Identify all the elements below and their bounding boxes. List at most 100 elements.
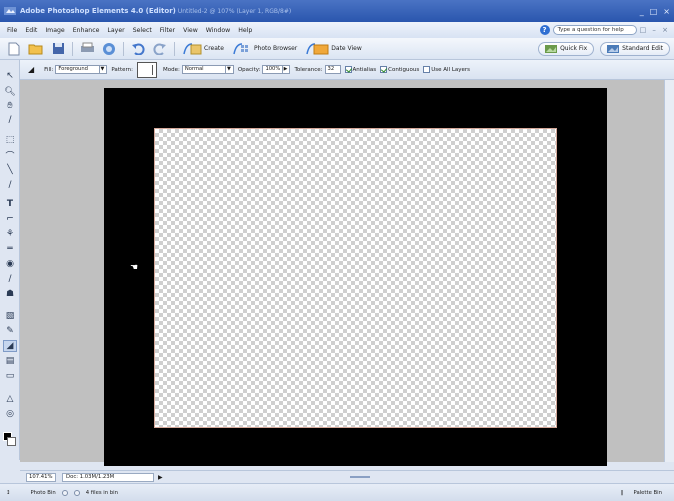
- app-title: Adobe Photoshop Elements 4.0 (Editor): [20, 7, 176, 15]
- new-file-icon[interactable]: [6, 41, 22, 57]
- contiguous-label: Contiguous: [388, 66, 420, 73]
- opacity-label: Opacity:: [237, 66, 261, 73]
- panel-resize-grip[interactable]: [350, 476, 370, 478]
- tolerance-label: Tolerance:: [294, 66, 323, 73]
- magic-wand-tool-icon[interactable]: ╲: [3, 164, 17, 176]
- online-services-icon[interactable]: [101, 41, 117, 57]
- tolerance-field[interactable]: 32: [324, 65, 341, 74]
- menu-window[interactable]: Window: [202, 27, 234, 34]
- sponge-tool-icon[interactable]: ◎: [3, 408, 17, 420]
- document-status-bar: 107.41% Doc: 1.03M/1.23M ▶: [20, 470, 674, 483]
- close-button[interactable]: ×: [663, 7, 670, 16]
- palette-bin-label[interactable]: Palette Bin: [634, 490, 663, 496]
- clone-stamp-tool-icon[interactable]: ☗: [3, 288, 17, 300]
- menu-layer[interactable]: Layer: [103, 27, 128, 34]
- document-size-info: Doc: 1.03M/1.23M: [62, 472, 154, 482]
- toolbar-divider: [123, 41, 124, 56]
- date-view-icon: [306, 42, 329, 54]
- lasso-tool-icon[interactable]: ⌒: [3, 149, 17, 162]
- standard-edit-label: Standard Edit: [622, 45, 663, 52]
- paint-bucket-options-icon[interactable]: ◢: [28, 65, 34, 74]
- opacity-value: 100%: [265, 66, 281, 72]
- mode-label: Mode:: [163, 66, 180, 73]
- app-icon: [4, 7, 16, 15]
- document-window[interactable]: [104, 88, 607, 466]
- marquee-tool-icon[interactable]: ⬚: [3, 134, 17, 146]
- gradient-tool-icon[interactable]: ▤: [3, 355, 17, 367]
- menu-select[interactable]: Select: [129, 27, 156, 34]
- standard-edit-button[interactable]: Standard Edit: [600, 41, 670, 56]
- tolerance-value: 32: [327, 66, 335, 72]
- pattern-picker[interactable]: [137, 61, 157, 78]
- tool-options-bar: ◢ Fill: Foreground ▼ Pattern: Mode: Norm…: [20, 60, 674, 80]
- selection-brush-tool-icon[interactable]: ∕: [3, 179, 17, 191]
- antialias-label: Antialias: [352, 66, 377, 73]
- quick-fix-label: Quick Fix: [560, 45, 588, 52]
- menu-file[interactable]: File: [3, 27, 21, 34]
- menu-view[interactable]: View: [179, 27, 202, 34]
- toolbox: ↖ 🔍︎ ✋︎ ∕ ⬚ ⌒ ╲ ∕ T ⌐ ⚘ ═ ◉ ∕ ☗ ▧ ✎ ◢ ▤ …: [0, 60, 20, 460]
- open-folder-icon[interactable]: [28, 41, 44, 57]
- date-view-label: Date View: [331, 45, 362, 52]
- pencil-tool-icon[interactable]: ✎: [3, 325, 17, 337]
- maximize-button[interactable]: □: [650, 7, 658, 16]
- print-icon[interactable]: [79, 41, 95, 57]
- previous-photo-button[interactable]: [61, 489, 68, 496]
- paint-bucket-tool-icon[interactable]: ◢: [3, 340, 17, 352]
- create-button[interactable]: Create: [182, 42, 224, 56]
- blur-tool-icon[interactable]: △: [3, 393, 17, 405]
- title-bar: Adobe Photoshop Elements 4.0 (Editor) Un…: [0, 0, 674, 22]
- pattern-label: Pattern:: [111, 66, 133, 73]
- transparent-canvas[interactable]: [154, 128, 557, 428]
- opacity-field[interactable]: 100% ▶: [262, 65, 291, 74]
- status-menu-arrow-icon[interactable]: ▶: [158, 474, 163, 481]
- next-photo-button[interactable]: [73, 489, 80, 496]
- quick-fix-icon: [545, 44, 558, 53]
- date-view-button[interactable]: Date View: [305, 42, 362, 56]
- palette-bin-toggle-icon[interactable]: ‖: [621, 490, 624, 496]
- red-eye-tool-icon[interactable]: ◉: [3, 258, 17, 270]
- menu-help[interactable]: Help: [234, 27, 256, 34]
- fill-value: Foreground: [58, 66, 88, 72]
- antialias-checkbox[interactable]: [344, 66, 352, 73]
- toolbar-divider: [72, 41, 73, 56]
- mode-select[interactable]: Normal ▼: [181, 65, 234, 74]
- background-color-swatch[interactable]: [7, 437, 16, 446]
- menu-edit[interactable]: Edit: [21, 27, 41, 34]
- hand-tool-icon[interactable]: ✋︎: [3, 100, 17, 112]
- document-title: Untitled-2 @ 107% (Layer 1, RGB/8#): [177, 7, 292, 15]
- eraser-tool-icon[interactable]: ▧: [3, 310, 17, 322]
- move-tool-icon[interactable]: ↖: [3, 70, 17, 82]
- photo-bin-expand-icon[interactable]: ↕: [6, 490, 10, 496]
- photo-browser-button[interactable]: Photo Browser: [232, 42, 297, 56]
- shape-tool-icon[interactable]: ▭: [3, 370, 17, 382]
- save-icon[interactable]: [50, 41, 66, 57]
- photo-bin-label[interactable]: Photo Bin: [30, 490, 55, 496]
- menu-filter[interactable]: Filter: [156, 27, 179, 34]
- use-all-layers-checkbox[interactable]: [423, 66, 431, 73]
- contiguous-checkbox[interactable]: [380, 66, 388, 73]
- toolbar-divider: [174, 41, 175, 56]
- minimize-button[interactable]: _: [640, 7, 644, 16]
- help-icon[interactable]: ?: [539, 25, 550, 35]
- healing-brush-tool-icon[interactable]: ∕: [3, 273, 17, 285]
- vertical-scrollbar[interactable]: [664, 80, 674, 462]
- type-tool-icon[interactable]: T: [3, 198, 17, 210]
- menu-enhance[interactable]: Enhance: [69, 27, 104, 34]
- undo-icon[interactable]: [130, 41, 146, 57]
- quick-fix-button[interactable]: Quick Fix: [538, 41, 595, 56]
- redo-icon[interactable]: [152, 41, 168, 57]
- menu-bar: File Edit Image Enhance Layer Select Fil…: [0, 22, 674, 38]
- chevron-down-icon: ▼: [224, 66, 231, 73]
- cookie-cutter-tool-icon[interactable]: ⚘: [3, 228, 17, 240]
- zoom-level-field[interactable]: 107.41%: [26, 472, 56, 482]
- crop-tool-icon[interactable]: ⌐: [3, 213, 17, 225]
- files-in-bin-count: 4 files in bin: [85, 489, 118, 496]
- menu-image[interactable]: Image: [41, 27, 68, 34]
- help-search-input[interactable]: Type a question for help: [552, 25, 637, 35]
- fill-select[interactable]: Foreground ▼: [55, 65, 108, 74]
- straighten-tool-icon[interactable]: ═: [3, 243, 17, 255]
- eyedropper-tool-icon[interactable]: ∕: [3, 114, 17, 126]
- zoom-tool-icon[interactable]: 🔍︎: [3, 86, 17, 98]
- document-window-controls[interactable]: □ – ×: [640, 26, 670, 34]
